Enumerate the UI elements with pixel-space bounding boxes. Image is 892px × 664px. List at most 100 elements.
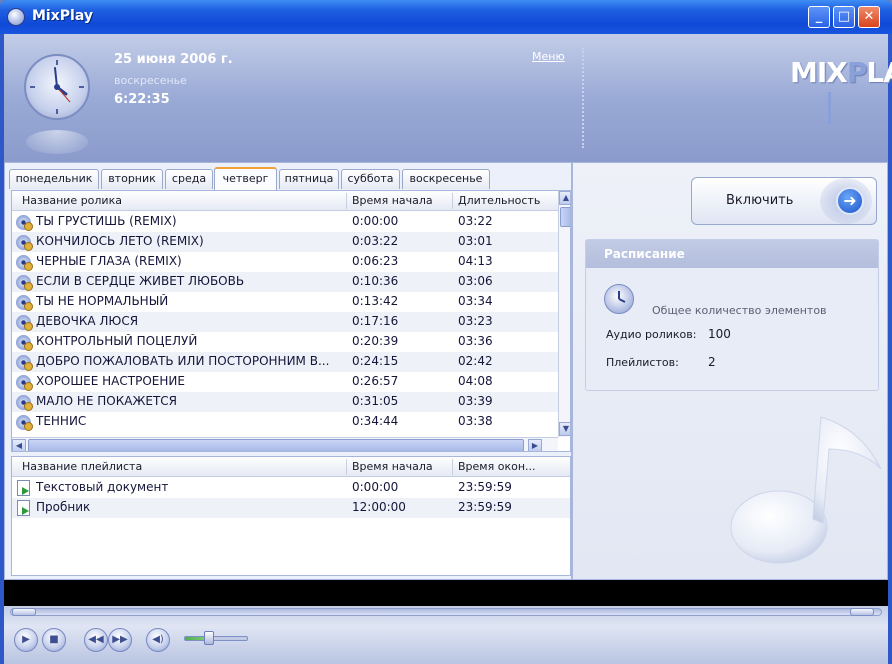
- minimize-button[interactable]: _: [808, 6, 830, 28]
- disc-icon: [16, 255, 33, 271]
- video-duration: 02:42: [458, 354, 493, 368]
- disc-icon: [16, 275, 33, 291]
- video-name: КОНТРОЛЬНЫЙ ПОЦЕЛУЙ: [36, 334, 198, 348]
- disc-icon: [16, 355, 33, 371]
- disc-icon: [16, 335, 33, 351]
- video-duration: 03:36: [458, 334, 493, 348]
- vertical-scroll-thumb[interactable]: [560, 207, 570, 227]
- video-row[interactable]: ЕСЛИ В СЕРДЦЕ ЖИВЕТ ЛЮБОВЬ 0:10:36 03:06: [12, 272, 558, 292]
- seek-end-thumb[interactable]: [850, 608, 874, 616]
- close-button[interactable]: ✕: [858, 6, 880, 28]
- disc-icon: [16, 235, 33, 251]
- tab-tuesday[interactable]: вторник: [101, 169, 163, 189]
- video-row[interactable]: ТЕННИС 0:34:44 03:38: [12, 412, 558, 432]
- column-header-playlist-end[interactable]: Время окон...: [458, 460, 536, 473]
- video-duration: 03:38: [458, 414, 493, 428]
- current-date: 25 июня 2006 г.: [114, 52, 233, 67]
- video-row[interactable]: ХОРОШЕЕ НАСТРОЕНИЕ 0:26:57 04:08: [12, 372, 558, 392]
- video-name: ЧЕРНЫЕ ГЛАЗА (REMIX): [36, 254, 182, 268]
- tab-thursday[interactable]: четверг: [214, 167, 277, 190]
- video-name: ТЫ НЕ НОРМАЛЬНЫЙ: [36, 294, 169, 308]
- video-duration: 03:34: [458, 294, 493, 308]
- video-start: 0:26:57: [352, 374, 399, 388]
- video-row[interactable]: МАЛО НЕ ПОКАЖЕТСЯ 0:31:05 03:39: [12, 392, 558, 412]
- title-bar[interactable]: MixPlay _ □ ✕: [0, 0, 892, 34]
- video-name: МАЛО НЕ ПОКАЖЕТСЯ: [36, 394, 178, 408]
- video-start: 0:13:42: [352, 294, 399, 308]
- arrow-right-icon: ➜: [836, 187, 864, 215]
- playlist-start: 0:00:00: [352, 480, 399, 494]
- video-row[interactable]: КОНЧИЛОСЬ ЛЕТО (REMIX) 0:03:22 03:01: [12, 232, 558, 252]
- scroll-right-button[interactable]: ▶: [528, 439, 542, 451]
- next-button[interactable]: ▶▶: [108, 628, 132, 652]
- current-time: 6:22:35: [114, 92, 170, 107]
- tab-sunday[interactable]: воскресенье: [402, 169, 490, 189]
- column-header-playlist-start[interactable]: Время начала: [352, 460, 433, 473]
- video-row[interactable]: ЧЕРНЫЕ ГЛАЗА (REMIX) 0:06:23 04:13: [12, 252, 558, 272]
- current-weekday: воскресенье: [114, 74, 187, 87]
- video-duration: 03:39: [458, 394, 493, 408]
- tab-monday[interactable]: понедельник: [9, 169, 99, 189]
- video-duration: 03:23: [458, 314, 493, 328]
- stop-button[interactable]: ■: [42, 628, 66, 652]
- playlist-table-header: Название плейлиста Время начала Время ок…: [12, 457, 570, 477]
- column-header-name[interactable]: Название ролика: [22, 194, 122, 207]
- scroll-down-button[interactable]: ▼: [559, 422, 570, 436]
- video-start: 0:20:39: [352, 334, 399, 348]
- volume-thumb[interactable]: [204, 631, 214, 645]
- video-row[interactable]: ТЫ НЕ НОРМАЛЬНЫЙ 0:13:42 03:34: [12, 292, 558, 312]
- header-divider: [582, 48, 584, 148]
- playlist-row[interactable]: Пробник 12:00:00 23:59:59: [12, 498, 570, 518]
- music-note-icon: [721, 399, 887, 579]
- video-row[interactable]: ДЕВОЧКА ЛЮСЯ 0:17:16 03:23: [12, 312, 558, 332]
- video-table-header: Название ролика Время начала Длительност…: [12, 191, 558, 211]
- column-separator[interactable]: [346, 193, 347, 209]
- clock-reflection: [26, 130, 88, 154]
- video-row[interactable]: ДОБРО ПОЖАЛОВАТЬ ИЛИ ПОСТОРОННИМ В... 0:…: [12, 352, 558, 372]
- playlist-end: 23:59:59: [458, 500, 512, 514]
- video-duration: 03:22: [458, 214, 493, 228]
- video-row[interactable]: КОНТРОЛЬНЫЙ ПОЦЕЛУЙ 0:20:39 03:36: [12, 332, 558, 352]
- column-header-start[interactable]: Время начала: [352, 194, 433, 207]
- schedule-clock-icon: [604, 284, 634, 314]
- disc-icon: [16, 215, 33, 231]
- column-header-duration[interactable]: Длительность: [458, 194, 540, 207]
- playlist-start: 12:00:00: [352, 500, 406, 514]
- audio-count-label: Аудио роликов:: [606, 328, 697, 341]
- disc-icon: [16, 295, 33, 311]
- play-button[interactable]: ▶: [14, 628, 38, 652]
- video-table[interactable]: Название ролика Время начала Длительност…: [11, 190, 571, 452]
- video-preview-strip: [4, 580, 888, 606]
- video-row[interactable]: ТЫ ГРУСТИШЬ (REMIX) 0:00:00 03:22: [12, 212, 558, 232]
- scroll-left-button[interactable]: ◀: [12, 439, 26, 451]
- horizontal-scrollbar[interactable]: ◀ ▶: [12, 437, 558, 451]
- mute-button[interactable]: ◀): [146, 628, 170, 652]
- video-duration: 03:06: [458, 274, 493, 288]
- tab-friday[interactable]: пятница: [279, 169, 339, 189]
- menu-link[interactable]: Меню: [532, 50, 565, 63]
- tab-wednesday[interactable]: среда: [165, 169, 213, 189]
- column-separator[interactable]: [346, 459, 347, 475]
- seek-track[interactable]: [10, 608, 882, 616]
- video-start: 0:06:23: [352, 254, 399, 268]
- video-start: 0:17:16: [352, 314, 399, 328]
- scroll-up-button[interactable]: ▲: [559, 191, 570, 205]
- column-header-playlist-name[interactable]: Название плейлиста: [22, 460, 142, 473]
- schedule-panel: Расписание Общее количество элементов Ау…: [585, 239, 879, 391]
- video-name: КОНЧИЛОСЬ ЛЕТО (REMIX): [36, 234, 204, 248]
- maximize-button[interactable]: □: [833, 6, 855, 28]
- playlist-row[interactable]: Текстовый документ 0:00:00 23:59:59: [12, 478, 570, 498]
- previous-button[interactable]: ◀◀: [84, 628, 108, 652]
- tab-saturday[interactable]: суббота: [341, 169, 400, 189]
- schedule-header: Расписание: [586, 240, 878, 268]
- column-separator[interactable]: [452, 193, 453, 209]
- seek-thumb[interactable]: [12, 608, 36, 616]
- vertical-scrollbar[interactable]: ▲ ▼: [558, 191, 570, 437]
- playlist-table[interactable]: Название плейлиста Время начала Время ок…: [11, 456, 571, 576]
- video-duration: 04:08: [458, 374, 493, 388]
- enable-button[interactable]: Включить ➜: [691, 177, 877, 225]
- column-separator[interactable]: [452, 459, 453, 475]
- horizontal-scroll-thumb[interactable]: [28, 439, 524, 451]
- app-window: MixPlay _ □ ✕ 25 июня 2006 г. воскресень…: [0, 0, 892, 664]
- volume-slider[interactable]: [184, 636, 248, 641]
